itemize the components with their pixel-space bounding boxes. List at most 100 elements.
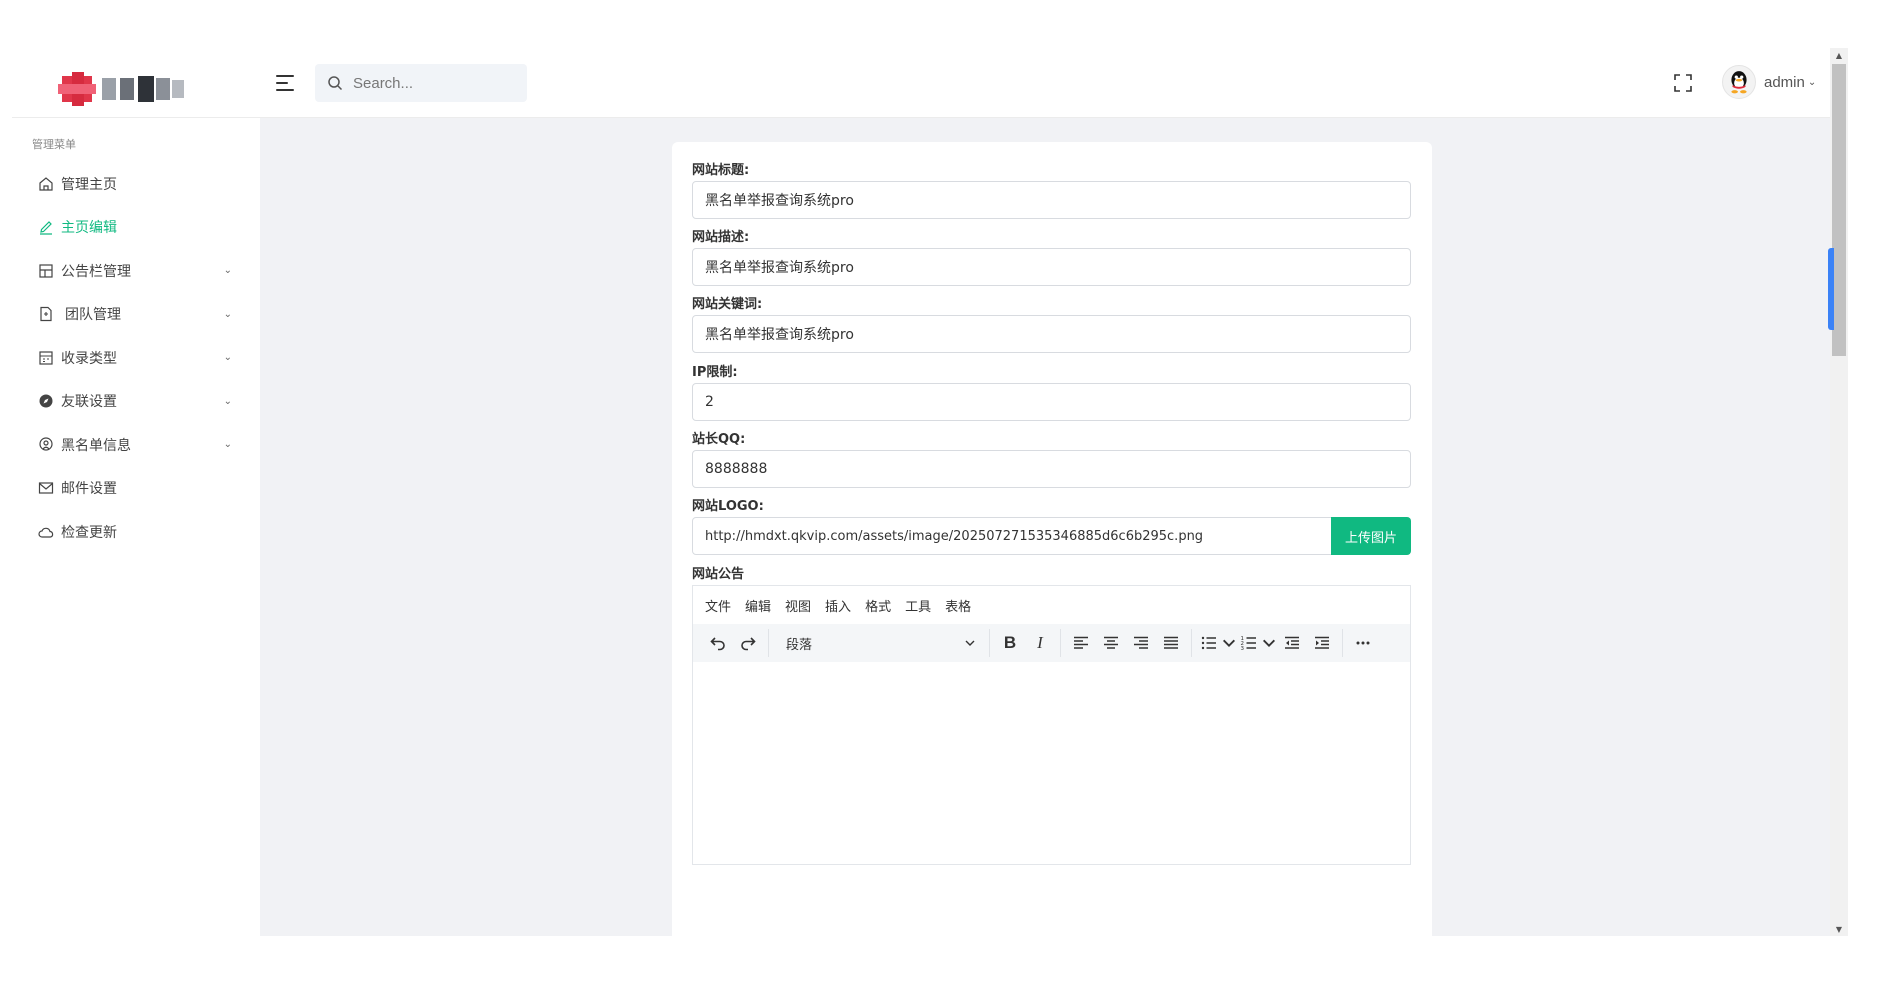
editor-menu-table[interactable]: 表格 xyxy=(945,596,971,615)
align-left-icon[interactable] xyxy=(1066,629,1096,657)
sidebar-item-category[interactable]: 收录类型 ⌄ xyxy=(12,336,260,380)
main-content: 网站标题: 黑名单举报查询系统pro 网站描述: 黑名单举报查询系统pro 网站… xyxy=(260,118,1830,936)
sidebar-item-blacklist[interactable]: 黑名单信息 ⌄ xyxy=(12,423,260,467)
user-name: admin xyxy=(1764,73,1805,91)
menu-toggle-icon[interactable] xyxy=(274,72,296,94)
sidebar: 管理菜单 管理主页 主页编辑 公告栏管理 ⌄ 团队管理 ⌄ 收录类型 ⌄ 友联设… xyxy=(12,118,260,936)
chevron-down-icon xyxy=(965,640,975,646)
toolbar-divider xyxy=(768,629,769,657)
editor-menu-edit[interactable]: 编辑 xyxy=(745,596,771,615)
chevron-down-icon: ⌄ xyxy=(1807,76,1817,88)
mail-icon xyxy=(38,480,54,496)
svg-text:3: 3 xyxy=(1241,646,1245,652)
editor-content-area[interactable] xyxy=(693,662,1410,862)
sidebar-item-home-edit[interactable]: 主页编辑 xyxy=(12,206,260,250)
settings-form-card: 网站标题: 黑名单举报查询系统pro 网站描述: 黑名单举报查询系统pro 网站… xyxy=(672,142,1432,936)
redo-icon[interactable] xyxy=(733,629,763,657)
qq-label: 站长QQ: xyxy=(692,432,746,447)
bold-icon[interactable]: B xyxy=(995,629,1025,657)
sidebar-item-team[interactable]: 团队管理 ⌄ xyxy=(12,293,260,337)
indent-icon[interactable] xyxy=(1307,629,1337,657)
toolbar-divider xyxy=(1342,629,1343,657)
rich-text-editor: 文件 编辑 视图 插入 格式 工具 表格 段落 B I 1 2 3 xyxy=(692,585,1411,865)
chevron-down-icon: ⌄ xyxy=(223,395,232,407)
outdent-icon[interactable] xyxy=(1277,629,1307,657)
sidebar-item-update[interactable]: 检查更新 xyxy=(12,510,260,554)
editor-menu-tools[interactable]: 工具 xyxy=(905,596,931,615)
fullscreen-icon[interactable] xyxy=(1672,72,1694,94)
edit-icon xyxy=(38,219,54,235)
toolbar-divider xyxy=(989,629,990,657)
sidebar-item-label: 公告栏管理 xyxy=(61,263,131,280)
map-pin-icon xyxy=(38,437,54,453)
upload-image-button[interactable]: 上传图片 xyxy=(1331,517,1411,555)
compass-icon xyxy=(38,393,54,409)
description-input[interactable]: 黑名单举报查询系统pro xyxy=(692,248,1411,286)
undo-icon[interactable] xyxy=(703,629,733,657)
align-justify-icon[interactable] xyxy=(1156,629,1186,657)
sidebar-item-mail[interactable]: 邮件设置 xyxy=(12,467,260,511)
user-menu[interactable]: admin ⌄ xyxy=(1722,64,1816,100)
editor-menu-file[interactable]: 文件 xyxy=(705,596,731,615)
editor-menu-view[interactable]: 视图 xyxy=(785,596,811,615)
sidebar-item-label: 邮件设置 xyxy=(61,481,117,498)
sidebar-nav: 管理主页 主页编辑 公告栏管理 ⌄ 团队管理 ⌄ 收录类型 ⌄ 友联设置 ⌄ 黑… xyxy=(12,162,260,554)
toolbar-divider xyxy=(1191,629,1192,657)
qq-penguin-icon xyxy=(1731,71,1747,94)
layout-icon xyxy=(38,263,54,279)
calendar-icon xyxy=(38,350,54,366)
search-icon xyxy=(328,76,343,91)
app-window: admin ⌄ 管理菜单 管理主页 主页编辑 公告栏管理 ⌄ 团队管理 ⌄ xyxy=(12,48,1848,936)
sidebar-item-label: 管理主页 xyxy=(61,176,117,193)
qq-input[interactable]: 8888888 xyxy=(692,450,1411,488)
scroll-up-icon[interactable]: ▲ xyxy=(1830,48,1848,62)
keywords-label: 网站关键词: xyxy=(692,297,763,312)
chevron-down-icon: ⌄ xyxy=(223,352,232,363)
chevron-down-icon: ⌄ xyxy=(223,265,232,276)
editor-toolbar: 段落 B I 123 xyxy=(693,624,1410,662)
bullet-list-icon[interactable] xyxy=(1197,629,1221,657)
logo-url-input[interactable]: http://hmdxt.qkvip.com/assets/image/2025… xyxy=(692,517,1332,555)
block-format-select[interactable]: 段落 xyxy=(774,629,984,657)
title-input[interactable]: 黑名单举报查询系统pro xyxy=(692,181,1411,219)
block-format-value: 段落 xyxy=(786,637,813,653)
editor-menubar: 文件 编辑 视图 插入 格式 工具 表格 xyxy=(693,586,1410,624)
align-right-icon[interactable] xyxy=(1126,629,1156,657)
ip-limit-input[interactable]: 2 xyxy=(692,383,1411,421)
sidebar-item-label: 黑名单信息 xyxy=(61,437,131,454)
italic-icon[interactable]: I xyxy=(1025,629,1055,657)
ip-limit-label: IP限制: xyxy=(692,365,738,380)
avatar xyxy=(1722,65,1756,99)
scroll-down-icon[interactable]: ▼ xyxy=(1830,922,1848,936)
site-logo[interactable] xyxy=(58,70,186,106)
title-label: 网站标题: xyxy=(692,163,750,178)
sidebar-item-label: 检查更新 xyxy=(61,524,117,541)
toolbar-divider xyxy=(1060,629,1061,657)
sidebar-item-links[interactable]: 友联设置 ⌄ xyxy=(12,380,260,424)
home-icon xyxy=(38,176,54,192)
logo-label: 网站LOGO: xyxy=(692,499,764,514)
numbered-list-icon[interactable]: 123 xyxy=(1237,629,1261,657)
chevron-down-icon: ⌄ xyxy=(223,439,232,450)
sidebar-item-label: 友联设置 xyxy=(61,394,117,411)
more-icon[interactable] xyxy=(1348,629,1378,657)
scrollbar-thumb[interactable] xyxy=(1832,64,1846,356)
align-center-icon[interactable] xyxy=(1096,629,1126,657)
sidebar-item-label: 收录类型 xyxy=(61,350,117,367)
chevron-down-icon[interactable] xyxy=(1261,629,1277,657)
top-header: admin ⌄ xyxy=(12,48,1830,118)
editor-menu-insert[interactable]: 插入 xyxy=(825,596,851,615)
chevron-down-icon[interactable] xyxy=(1221,629,1237,657)
page-scrollbar[interactable]: ▲ ▼ xyxy=(1830,48,1848,936)
notice-label: 网站公告 xyxy=(692,567,745,582)
side-floating-tab[interactable] xyxy=(1828,248,1834,330)
chevron-down-icon: ⌄ xyxy=(223,308,232,320)
search-input[interactable] xyxy=(353,74,513,92)
editor-menu-format[interactable]: 格式 xyxy=(865,596,891,615)
sidebar-item-home[interactable]: 管理主页 xyxy=(12,162,260,206)
search-box[interactable] xyxy=(315,64,527,102)
sidebar-item-notice[interactable]: 公告栏管理 ⌄ xyxy=(12,249,260,293)
document-icon xyxy=(38,306,54,322)
sidebar-title: 管理菜单 xyxy=(32,138,76,151)
keywords-input[interactable]: 黑名单举报查询系统pro xyxy=(692,315,1411,353)
